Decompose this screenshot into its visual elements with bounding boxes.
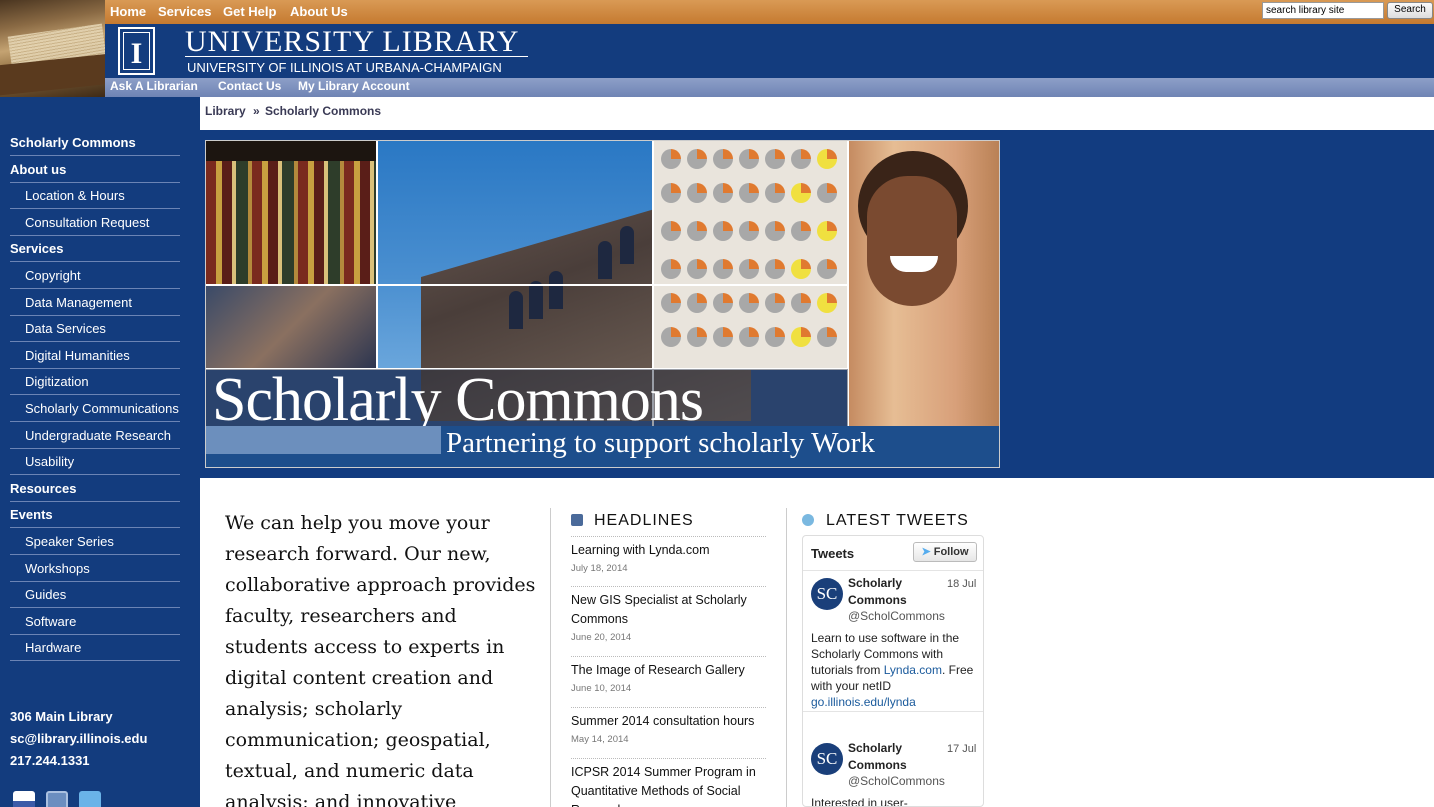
sidebar-item-location-hours[interactable]: Location & Hours bbox=[10, 182, 180, 209]
sidebar-item-events[interactable]: Events bbox=[10, 501, 180, 528]
breadcrumb-library[interactable]: Library bbox=[205, 104, 246, 118]
latest-tweets-title: LATEST TWEETS bbox=[826, 512, 969, 529]
top-navigation: Home Services Get Help About Us bbox=[105, 0, 1434, 24]
banner-tagline-strip: Partnering to support scholarly Work bbox=[206, 426, 999, 467]
headline-link[interactable]: Learning with Lynda.com bbox=[571, 541, 766, 560]
nav-home[interactable]: Home bbox=[110, 4, 146, 19]
nav-services[interactable]: Services bbox=[158, 4, 212, 19]
sidebar-item-resources[interactable]: Resources bbox=[10, 475, 180, 502]
sidebar-item-digital-humanities[interactable]: Digital Humanities bbox=[10, 342, 180, 369]
headline-link[interactable]: ICPSR 2014 Summer Program in Quantitativ… bbox=[571, 763, 766, 807]
twitter-bird-icon bbox=[802, 514, 814, 526]
secondary-navigation: Ask A Librarian Contact Us My Library Ac… bbox=[105, 78, 1434, 97]
tweet-author-handle[interactable]: @ScholCommons bbox=[848, 774, 945, 788]
masthead: I UNIVERSITY LIBRARY UNIVERSITY OF ILLIN… bbox=[105, 24, 1434, 78]
contact-address: 306 Main Library bbox=[10, 709, 113, 724]
search-button[interactable]: Search bbox=[1387, 2, 1433, 19]
sidebar-item-about-us[interactable]: About us bbox=[10, 156, 180, 183]
pie-chart-photo bbox=[653, 141, 848, 369]
column-divider bbox=[786, 508, 787, 807]
breadcrumb-current: Scholarly Commons bbox=[265, 104, 382, 118]
avatar[interactable]: SC bbox=[811, 578, 843, 610]
tweet-date[interactable]: 17 Jul bbox=[947, 743, 976, 755]
sidebar-item-digitization[interactable]: Digitization bbox=[10, 368, 180, 395]
sidebar-item-scholarly-commons[interactable]: Scholarly Commons bbox=[10, 129, 180, 156]
tweets-header: Tweets bbox=[811, 546, 855, 561]
sidebar-item-hardware[interactable]: Hardware bbox=[10, 634, 180, 661]
twitter-widget: Tweets ➤ Follow SC Scholarly Commons @Sc… bbox=[802, 535, 984, 807]
headline-link[interactable]: New GIS Specialist at Scholarly Commons bbox=[571, 591, 766, 629]
sidebar-item-services[interactable]: Services bbox=[10, 235, 180, 262]
tweet-author-name[interactable]: Scholarly Commons bbox=[848, 740, 948, 774]
contact-phone: 217.244.1331 bbox=[10, 753, 90, 768]
sidebar-item-software[interactable]: Software bbox=[10, 608, 180, 635]
contact-email[interactable]: sc@library.illinois.edu bbox=[10, 731, 147, 746]
hero-banner: Scholarly Commons Partnering to support … bbox=[205, 140, 1000, 468]
column-divider bbox=[550, 508, 551, 807]
avatar[interactable]: SC bbox=[811, 743, 843, 775]
library-book-photo bbox=[0, 0, 105, 97]
headline-item: Learning with Lynda.com July 18, 2014 bbox=[571, 536, 766, 574]
site-subtitle: UNIVERSITY OF ILLINOIS AT URBANA-CHAMPAI… bbox=[187, 60, 502, 75]
sidebar-item-scholarly-communications[interactable]: Scholarly Communications bbox=[10, 395, 180, 422]
sidebar-item-copyright[interactable]: Copyright bbox=[10, 262, 180, 289]
headlines-title: HEADLINES bbox=[594, 512, 694, 529]
tweet-date[interactable]: 18 Jul bbox=[947, 578, 976, 590]
twitter-bird-icon: ➤ bbox=[921, 546, 931, 558]
sidebar-item-data-services[interactable]: Data Services bbox=[10, 315, 180, 342]
breadcrumb: Library » Scholarly Commons bbox=[200, 97, 1434, 130]
sidebar-item-guides[interactable]: Guides bbox=[10, 581, 180, 608]
illinois-logo[interactable]: I bbox=[118, 27, 155, 75]
headline-item: New GIS Specialist at Scholarly Commons … bbox=[571, 586, 766, 643]
headline-item: The Image of Research Gallery June 10, 2… bbox=[571, 656, 766, 694]
sidebar-item-undergraduate-research[interactable]: Undergraduate Research bbox=[10, 422, 180, 449]
smiling-woman-photo bbox=[848, 141, 999, 426]
rss-icon[interactable] bbox=[571, 514, 583, 526]
headline-item: ICPSR 2014 Summer Program in Quantitativ… bbox=[571, 758, 766, 807]
follow-button[interactable]: ➤ Follow bbox=[913, 542, 977, 562]
main-content: We can help you move your research forwa… bbox=[200, 478, 1434, 807]
headline-date: June 10, 2014 bbox=[571, 683, 632, 694]
search-input[interactable] bbox=[1262, 2, 1384, 19]
tweet-text: Interested in user- bbox=[811, 796, 908, 807]
delicious-icon[interactable] bbox=[13, 791, 35, 807]
sidebar-item-workshops[interactable]: Workshops bbox=[10, 555, 180, 582]
tweet-author-handle[interactable]: @ScholCommons bbox=[848, 609, 945, 623]
tweet-link[interactable]: go.illinois.edu/lynda bbox=[811, 695, 916, 709]
site-title[interactable]: UNIVERSITY LIBRARY bbox=[185, 25, 519, 59]
sidebar-item-consultation-request[interactable]: Consultation Request bbox=[10, 209, 180, 236]
twitter-icon[interactable] bbox=[79, 791, 101, 807]
banner-tagline: Partnering to support scholarly Work bbox=[446, 427, 875, 459]
tweet-text: Learn to use software in the Scholarly C… bbox=[811, 631, 974, 709]
wordpress-icon[interactable] bbox=[46, 791, 68, 807]
sidebar-item-speaker-series[interactable]: Speaker Series bbox=[10, 528, 180, 555]
tweet-author-name[interactable]: Scholarly Commons bbox=[848, 575, 948, 609]
title-rule bbox=[185, 56, 528, 57]
breadcrumb-separator: » bbox=[253, 104, 260, 118]
tweet-link[interactable]: Lynda.com bbox=[884, 663, 942, 677]
banner-title: Scholarly Commons bbox=[206, 369, 848, 431]
sidebar-item-usability[interactable]: Usability bbox=[10, 448, 180, 475]
headline-link[interactable]: Summer 2014 consultation hours bbox=[571, 712, 766, 731]
headline-link[interactable]: The Image of Research Gallery bbox=[571, 661, 766, 680]
intro-paragraph: We can help you move your research forwa… bbox=[225, 512, 536, 807]
nav-get-help[interactable]: Get Help bbox=[223, 4, 276, 19]
nav-ask-a-librarian[interactable]: Ask A Librarian bbox=[110, 79, 198, 93]
sidebar-item-data-management[interactable]: Data Management bbox=[10, 289, 180, 316]
headline-item: Summer 2014 consultation hours May 14, 2… bbox=[571, 707, 766, 745]
nav-contact-us[interactable]: Contact Us bbox=[218, 79, 281, 93]
headline-date: May 14, 2014 bbox=[571, 734, 629, 745]
headline-date: July 18, 2014 bbox=[571, 563, 628, 574]
bookshelf-photo bbox=[206, 141, 376, 284]
headline-date: June 20, 2014 bbox=[571, 632, 632, 643]
nav-my-library-account[interactable]: My Library Account bbox=[298, 79, 410, 93]
student-photo bbox=[206, 286, 376, 369]
nav-about-us[interactable]: About Us bbox=[290, 4, 348, 19]
